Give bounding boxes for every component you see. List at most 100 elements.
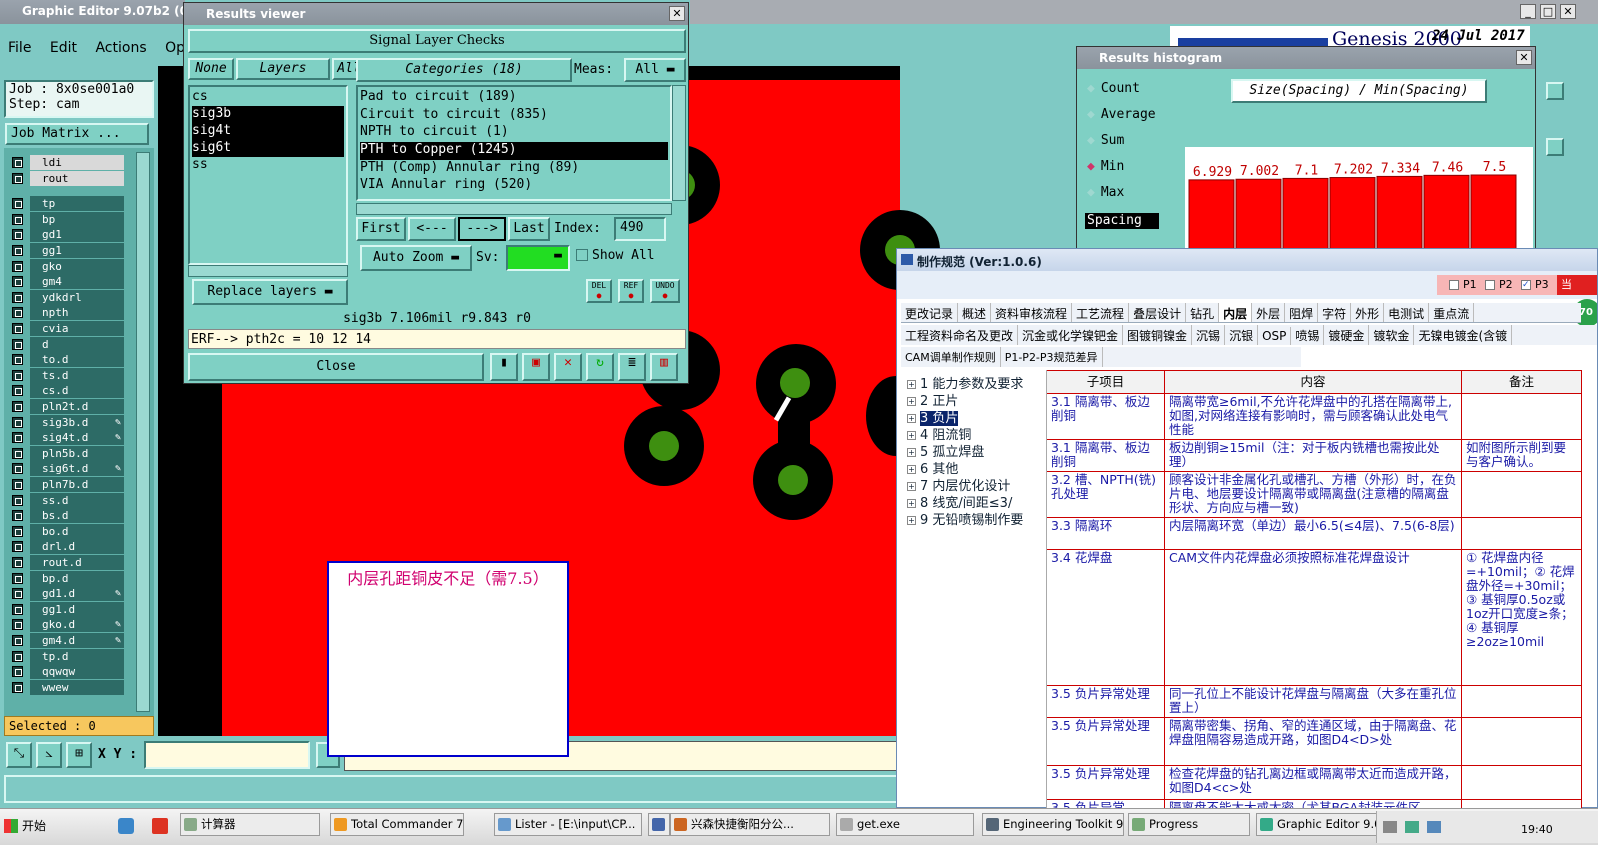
tray-icon[interactable] [1405,821,1419,833]
expand-icon[interactable]: + [907,397,916,406]
layer-row[interactable]: pln5b.d [10,445,124,461]
expand-icon[interactable]: + [907,431,916,440]
quicklaunch-icon[interactable] [118,818,134,834]
index-input[interactable]: 490 [614,217,666,241]
taskbar-item[interactable]: 兴森快捷衡阳分公... [670,813,830,836]
list-item[interactable]: VIA Annular ring (520) [360,177,668,195]
taskbar-item[interactable]: 计算器 [180,813,320,836]
layer-row[interactable]: bp [10,211,124,227]
expand-icon[interactable]: + [907,465,916,474]
del-button[interactable]: DEL ● [586,279,612,303]
sv-color-select[interactable]: ▬ [506,245,570,271]
layer-row[interactable]: gd1 [10,227,124,243]
layer-row[interactable]: gm4 [10,274,124,290]
layer-row[interactable]: ts.d [10,367,124,383]
layer-row[interactable]: gg1 [10,243,124,258]
layer-row[interactable]: qqwqw [10,664,124,680]
expand-icon[interactable]: + [907,448,916,457]
tab-tabs1-2[interactable]: 资料审核流程 [991,303,1073,322]
tab-tabs2-0[interactable]: 工程资料命名及更改 [901,325,1019,345]
layer-row[interactable]: gg1.d [10,601,124,617]
list-item[interactable]: Circuit to circuit (835) [360,107,668,125]
tab-tabs1-6[interactable]: 内层 [1219,303,1253,322]
taskbar-item[interactable]: get.exe [836,813,974,836]
tree-item[interactable]: +5 孤立焊盘 [905,441,1047,460]
category-vscroll[interactable] [672,85,686,201]
layer-scrollbar[interactable] [136,152,150,712]
layer-toggle-icon[interactable] [12,291,23,303]
histogram-bar[interactable] [1235,178,1282,256]
layer-toggle-icon[interactable] [12,401,23,412]
layer-toggle-icon[interactable] [12,245,23,256]
show-all-checkbox[interactable] [576,249,588,261]
layer-row[interactable]: ss.d [10,492,124,508]
tab-tabs1-5[interactable]: 钻孔 [1186,303,1220,322]
job-matrix-button[interactable]: Job Matrix ... [5,123,149,145]
right-tool-icon[interactable] [1546,138,1564,156]
report-icon[interactable]: ▮ [490,353,518,381]
list-item[interactable]: sig6t [192,140,344,157]
tree-item[interactable]: +4 阻流铜 [905,424,1047,443]
radio-min[interactable]: ◆ Min [1087,159,1124,179]
tab-tabs2-5[interactable]: OSP [1258,327,1292,345]
histogram-icon[interactable]: ▥ [650,353,678,381]
layer-row[interactable]: tp [10,196,124,212]
prev-button[interactable]: <--- [408,217,456,241]
tab-tabs1-0[interactable]: 更改记录 [901,303,959,322]
tab-tabs1-9[interactable]: 字符 [1318,303,1352,322]
layer-toggle-icon[interactable] [12,447,23,459]
layer-list-hscroll[interactable] [188,265,348,277]
p2-checkbox[interactable] [1485,280,1495,290]
tab-tabs1-4[interactable]: 叠层设计 [1129,303,1187,322]
layer-toggle-icon[interactable] [12,572,23,584]
layer-toggle-icon[interactable] [12,172,23,184]
taskbar-item[interactable] [648,813,670,836]
tab-tabs2-4[interactable]: 沉银 [1225,325,1259,345]
auto-zoom-menu[interactable]: Auto Zoom ▬ [360,245,472,271]
minimize-icon[interactable]: _ [1520,4,1536,19]
radio-average[interactable]: ◆ Average [1087,107,1156,127]
layer-row[interactable]: rout.d [10,555,124,570]
histogram-bar[interactable] [1470,174,1517,256]
layer-toggle-icon[interactable] [12,635,23,646]
layers-none-button[interactable]: None [188,58,234,80]
close-button[interactable]: Close [188,353,484,381]
right-tool-icon[interactable] [1546,82,1564,100]
layer-toggle-icon[interactable] [12,541,23,553]
close-icon[interactable]: ✕ [1516,50,1532,65]
layer-toggle-icon[interactable] [12,681,23,693]
layer-toggle-icon[interactable] [12,276,23,288]
tree-item[interactable]: +6 其他 [905,458,1047,477]
layer-toggle-icon[interactable] [12,385,23,397]
list-item[interactable]: NPTH to circuit (1) [360,124,668,142]
tab-tabs2-7[interactable]: 镀硬金 [1324,325,1370,345]
layer-row[interactable]: pln2t.d [10,399,124,414]
layer-toggle-icon[interactable] [12,416,23,428]
tab-tabs2-2[interactable]: 图镀铜镍金 [1123,325,1193,345]
layer-toggle-icon[interactable] [12,198,23,210]
refresh-icon[interactable]: ↻ [586,353,614,381]
taskbar-item[interactable]: Graphic Editor 9.07b... [1256,813,1382,836]
list-item[interactable]: PTH (Comp) Annular ring (89) [360,160,668,178]
tree-item[interactable]: +8 线宽/间距≤3/ [905,492,1047,511]
layer-row[interactable]: gm4.d ✎ [10,633,124,648]
taskbar-item[interactable]: Progress [1128,813,1250,836]
layer-toggle-icon[interactable] [12,213,23,225]
tree-item[interactable]: +1 能力参数及要求 [905,373,1047,392]
tab-tabs2-6[interactable]: 喷锡 [1291,325,1325,345]
tab-tabs1-11[interactable]: 电测试 [1384,303,1430,322]
list-item[interactable]: Pad to circuit (189) [360,89,668,107]
tab-tabs1-8[interactable]: 阻焊 [1285,303,1319,322]
tab-tabs1-12[interactable]: 重点流 [1429,303,1475,322]
layer-row[interactable]: ydkdrl [10,289,124,305]
ref-button[interactable]: REF ● [618,279,644,303]
measure-icon[interactable]: ⦣ [36,742,62,768]
layer-row[interactable]: bo.d [10,523,124,539]
layer-row[interactable]: ldi [10,155,124,170]
tab-tabs2-8[interactable]: 镀软金 [1369,325,1415,345]
layer-toggle-icon[interactable] [12,369,23,381]
layer-toggle-icon[interactable] [12,619,23,631]
list-item[interactable]: ss [192,157,344,174]
radio-max[interactable]: ◆ Max [1087,185,1124,205]
layer-row[interactable]: sig6t.d ✎ [10,461,124,477]
